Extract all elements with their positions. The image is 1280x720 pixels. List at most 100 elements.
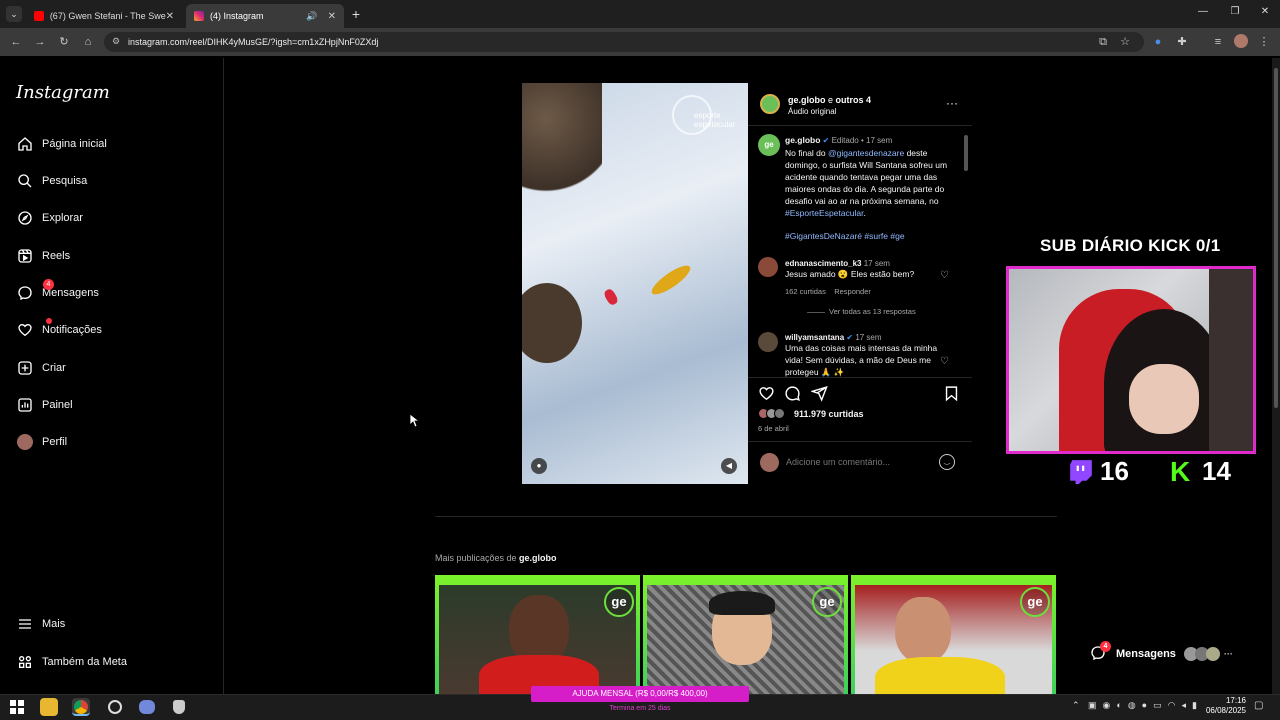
tray-app-icon[interactable]: ▣ [1088, 700, 1097, 711]
post-date[interactable]: 6 de abril [758, 424, 789, 433]
tab-search-button[interactable]: ⌄ [6, 6, 22, 22]
obs-icon[interactable] [106, 698, 124, 716]
view-replies-button[interactable]: Ver todas as 13 respostas [785, 307, 945, 316]
sidebar-item-explore[interactable]: Explorar [16, 206, 83, 230]
scrollbar[interactable] [964, 135, 968, 171]
caption-avatar[interactable]: ge [758, 134, 780, 156]
more-post-thumb[interactable]: ge [435, 575, 640, 695]
caption-hashtags[interactable]: #GigantesDeNazaré #surfe #ge [785, 230, 955, 242]
address-bar[interactable]: ⚙ instagram.com/reel/DIHK4yMusGE/?igsh=c… [104, 32, 1144, 52]
media-controls-icon[interactable]: ≡ [1210, 34, 1226, 50]
windows-start-icon[interactable] [8, 698, 26, 716]
user-tag-icon[interactable]: ● [531, 458, 547, 474]
tray-volume-icon[interactable]: ◂ [1181, 700, 1186, 711]
tab-youtube[interactable]: (67) Gwen Stefani - The Sweet E ✕ [26, 4, 182, 28]
donation-goal-bar: AJUDA MENSAL (R$ 0,00/R$ 400,00) [531, 686, 749, 702]
chrome-icon[interactable] [72, 698, 90, 716]
new-tab-button[interactable]: + [348, 6, 364, 22]
comment-avatar[interactable] [758, 332, 778, 352]
reload-icon[interactable]: ↻ [56, 34, 72, 50]
sound-icon[interactable]: ◀ [721, 458, 737, 474]
home-browser-icon[interactable]: ⌂ [80, 34, 96, 50]
close-window-button[interactable]: ✕ [1258, 6, 1272, 20]
tray-app-icon[interactable]: ◍ [1128, 700, 1136, 711]
comment-icon[interactable] [784, 385, 801, 402]
more-post-thumb[interactable]: ge [851, 575, 1056, 695]
comment-author[interactable]: ednanascimento_k3 [785, 259, 861, 268]
sub-counter-title: SUB DIÁRIO KICK 0/1 [1040, 236, 1221, 255]
tray-display-icon[interactable]: ▭ [1153, 700, 1162, 711]
save-icon[interactable] [944, 385, 959, 402]
comment-like-icon[interactable]: ♡ [940, 356, 949, 367]
sidebar-item-profile[interactable]: Perfil [16, 430, 67, 454]
tray-mic-icon[interactable]: ● [1142, 700, 1147, 711]
comment-author[interactable]: willyamsantana [785, 333, 844, 342]
sidebar-item-search[interactable]: Pesquisa [16, 169, 87, 193]
divider [748, 125, 972, 126]
extension-shield-icon[interactable]: ● [1150, 34, 1166, 50]
app-shield-icon[interactable] [170, 698, 188, 716]
taskbar-clock[interactable]: 17:16 06/08/2025 [1196, 696, 1246, 716]
mention-link[interactable]: @gigantesdenazare [828, 148, 904, 158]
speaker-icon[interactable]: 🔊 [306, 11, 317, 22]
site-info-icon[interactable]: ⚙ [112, 36, 120, 47]
tray-network-icon[interactable]: ◐ [1116, 700, 1121, 711]
extensions-icon[interactable]: ✚ [1174, 34, 1190, 50]
comment-like-icon[interactable]: ♡ [940, 270, 949, 281]
share-icon[interactable] [811, 385, 828, 402]
tray-chevron-icon[interactable]: ⌃ [1072, 700, 1080, 711]
caption-text: No final do @gigantesdenazare deste domi… [785, 148, 948, 218]
sidebar-item-more[interactable]: Mais [16, 612, 65, 636]
sidebar-item-meta[interactable]: Também da Meta [16, 650, 127, 674]
emoji-icon[interactable]: ‿ [939, 454, 955, 470]
close-icon[interactable]: ✕ [328, 11, 336, 22]
more-icon[interactable]: ··· [1224, 649, 1233, 659]
instagram-logo[interactable]: Instagram [16, 82, 110, 103]
sidebar-item-messages[interactable]: 4 Mensagens [16, 279, 99, 305]
reel-video[interactable]: esporte espetacular ● ◀ [522, 83, 748, 484]
tray-wifi-icon[interactable]: ◠ [1168, 700, 1176, 711]
more-post-thumb[interactable]: ge [643, 575, 848, 695]
comment-likes[interactable]: 162 curtidas [785, 287, 826, 296]
likes-count[interactable]: 911.979 curtidas [794, 409, 864, 419]
post-header-authors[interactable]: ge.globo e outros 4 [788, 95, 871, 105]
forward-icon[interactable]: → [32, 34, 48, 50]
install-app-icon[interactable]: ⧉ [1095, 34, 1111, 50]
messages-bar[interactable]: 4 Mensagens ··· [1090, 641, 1240, 666]
sidebar-item-home[interactable]: Página inicial [16, 132, 107, 156]
menu-icon [16, 615, 34, 633]
sidebar-item-dashboard[interactable]: Painel [16, 393, 73, 417]
author-avatar[interactable] [760, 94, 780, 114]
sidebar-item-notifications[interactable]: Notificações [16, 318, 102, 342]
page-scrollbar[interactable] [1272, 58, 1280, 694]
caption: ge.globo ✔ Editado • 17 sem No final do … [785, 134, 955, 242]
reply-button[interactable]: Responder [834, 287, 871, 296]
comment-input[interactable] [786, 455, 926, 469]
close-icon[interactable]: ✕ [166, 11, 174, 22]
scrollbar-thumb[interactable] [1274, 68, 1278, 408]
caption-author[interactable]: ge.globo [785, 135, 820, 145]
tab-instagram[interactable]: (4) Instagram 🔊 ✕ [186, 4, 344, 28]
divider [748, 377, 972, 378]
notification-center-icon[interactable]: ▢ [1254, 700, 1263, 711]
hashtag-link[interactable]: #EsporteEspetacular [785, 208, 863, 218]
minimize-button[interactable]: — [1196, 6, 1210, 20]
bookmark-star-icon[interactable]: ☆ [1117, 34, 1133, 50]
kebab-menu-icon[interactable]: ⋮ [1256, 34, 1272, 50]
back-icon[interactable]: ← [8, 34, 24, 50]
like-icon[interactable] [758, 385, 775, 402]
discord-icon[interactable] [138, 698, 156, 716]
webcam-overlay [1006, 266, 1256, 454]
watermark-text: esporte espetacular [694, 111, 736, 129]
file-explorer-icon[interactable] [40, 698, 58, 716]
audio-label[interactable]: Áudio original [788, 107, 836, 116]
more-options-icon[interactable]: ··· [946, 96, 958, 110]
profile-avatar[interactable] [1234, 34, 1248, 48]
sidebar-item-create[interactable]: Criar [16, 356, 66, 380]
tray-app-icon[interactable]: ◉ [1103, 700, 1111, 711]
sidebar-item-reels[interactable]: Reels [16, 244, 70, 268]
comment-avatar[interactable] [758, 257, 778, 277]
liked-by-avatars[interactable] [758, 408, 785, 419]
divider [748, 441, 972, 442]
restore-button[interactable]: ❐ [1228, 6, 1242, 20]
